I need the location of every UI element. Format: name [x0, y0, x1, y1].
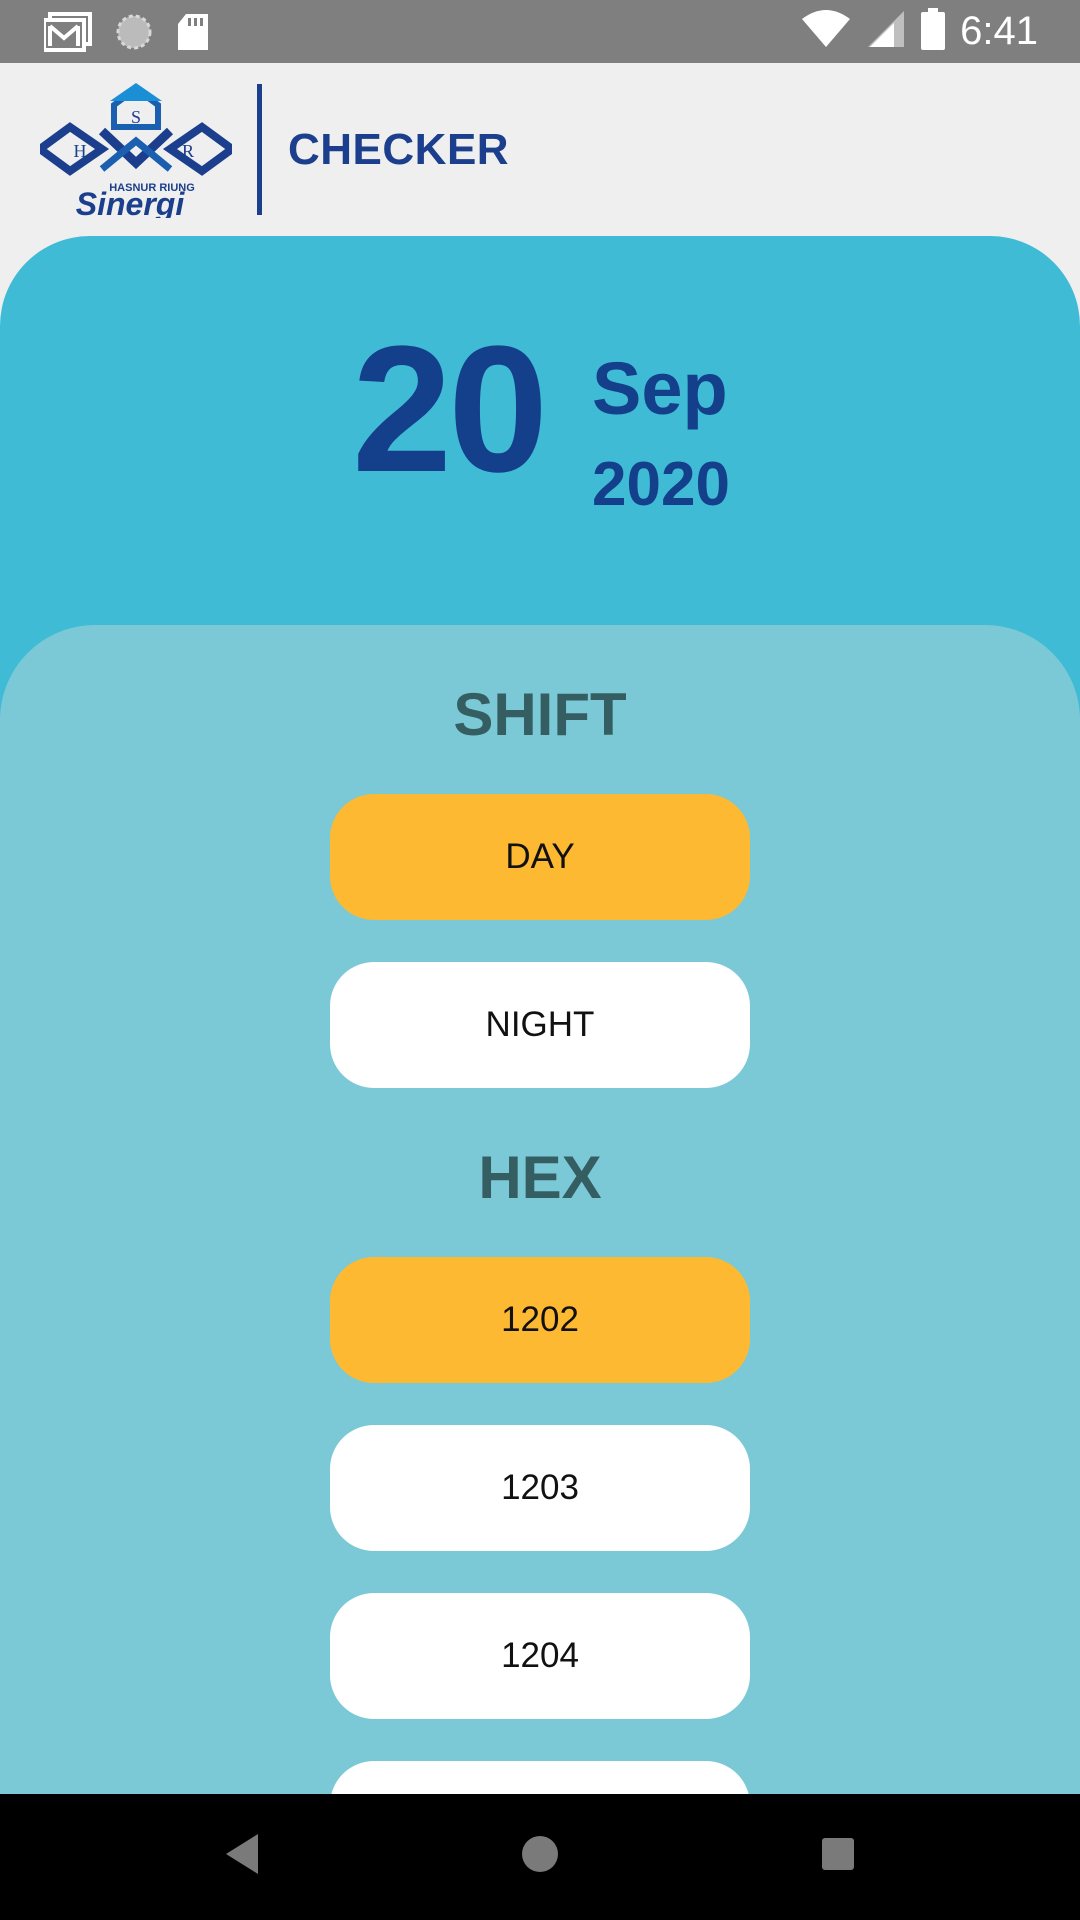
svg-text:H: H — [74, 141, 87, 161]
options-panel: SHIFT DAY NIGHT HEX 1202 1203 1204 — [0, 625, 1080, 1795]
battery-icon — [920, 8, 946, 55]
status-time: 6:41 — [960, 9, 1038, 53]
svg-text:Sinergi: Sinergi — [76, 186, 186, 218]
date-month: Sep — [592, 347, 728, 430]
navigation-bar — [0, 1794, 1080, 1920]
app-header: S H R HASNUR RIUNG Sinergi CHECKER — [0, 63, 1080, 236]
shift-night-button[interactable]: NIGHT — [330, 962, 750, 1088]
svg-text:R: R — [182, 141, 194, 161]
hex-next-button[interactable] — [330, 1761, 750, 1795]
signal-icon — [866, 9, 906, 54]
page-title: CHECKER — [288, 125, 510, 174]
hex-1202-button[interactable]: 1202 — [330, 1257, 750, 1383]
home-icon[interactable] — [518, 1830, 562, 1883]
shift-day-button[interactable]: DAY — [330, 794, 750, 920]
hex-1203-button[interactable]: 1203 — [330, 1425, 750, 1551]
svg-text:S: S — [131, 107, 141, 127]
shift-title: SHIFT — [453, 681, 627, 748]
company-logo: S H R HASNUR RIUNG Sinergi — [33, 83, 239, 222]
date-day: 20 — [352, 309, 548, 510]
date-year: 2020 — [592, 450, 730, 519]
gmail-icon — [42, 12, 92, 57]
status-bar: 6:41 — [0, 0, 1080, 63]
hex-title: HEX — [478, 1144, 602, 1211]
recents-icon[interactable] — [818, 1830, 858, 1883]
wifi-icon — [800, 9, 852, 54]
sync-icon — [114, 12, 154, 57]
sd-card-icon — [176, 12, 210, 57]
header-divider — [257, 84, 262, 215]
back-icon[interactable] — [222, 1830, 262, 1883]
hex-1204-button[interactable]: 1204 — [330, 1593, 750, 1719]
